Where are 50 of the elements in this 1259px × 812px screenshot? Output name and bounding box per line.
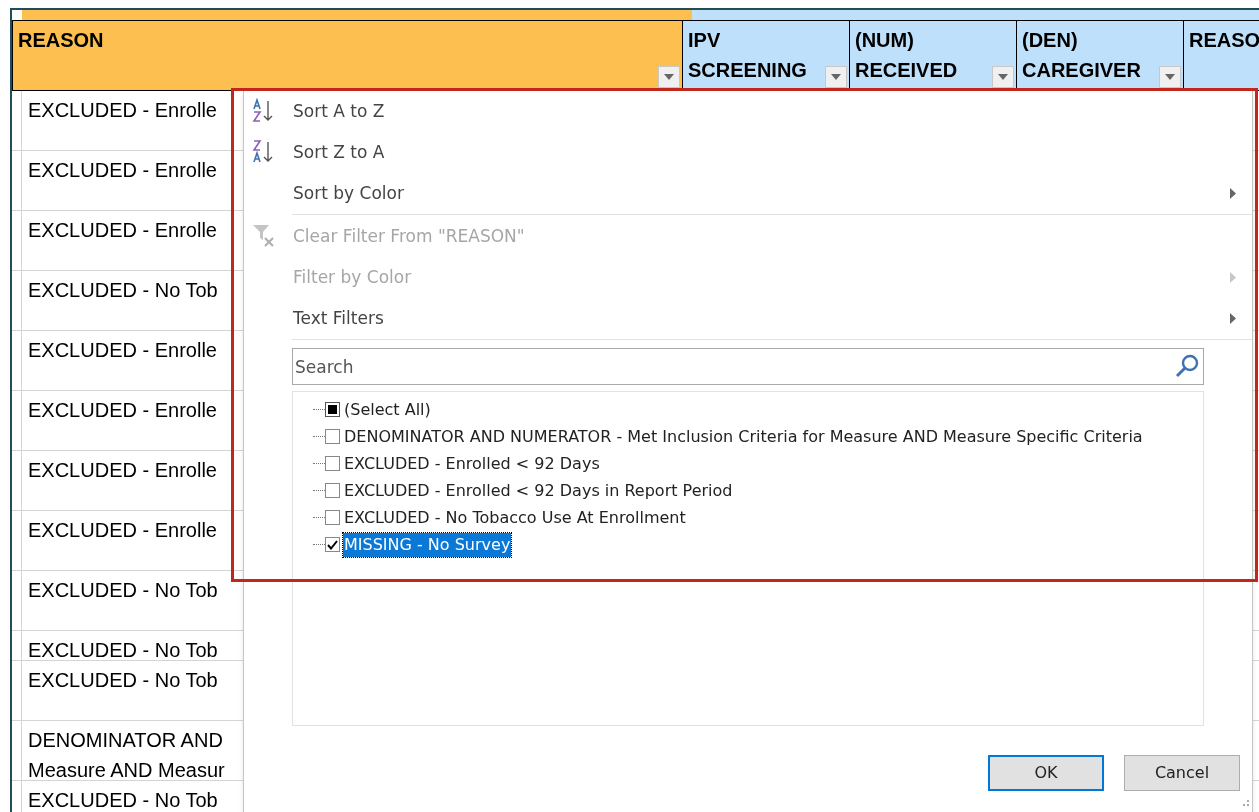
column-title: IPV SCREENING: [688, 28, 808, 83]
cancel-button[interactable]: Cancel: [1124, 755, 1240, 791]
checkbox[interactable]: [325, 456, 340, 471]
select-all-checkbox[interactable]: [325, 402, 340, 417]
table-cell-text: EXCLUDED - Enrolle: [28, 158, 217, 183]
list-item[interactable]: EXCLUDED - Enrolled < 92 Days: [343, 451, 601, 476]
checkbox[interactable]: [325, 537, 340, 552]
column-title: (NUM) RECEIVED: [855, 28, 959, 83]
table-cell-text: EXCLUDED - No Tob: [28, 278, 218, 303]
submenu-arrow-icon: [1230, 272, 1236, 283]
checkbox[interactable]: [325, 429, 340, 444]
table-cell-text: EXCLUDED - No Tob: [28, 638, 218, 663]
submenu-arrow-icon: [1230, 313, 1236, 324]
list-item[interactable]: DENOMINATOR AND NUMERATOR - Met Inclusion Criteria for Measure AND Measure Specific Criteria: [343, 424, 1144, 449]
table-cell-text: EXCLUDED - Enrolle: [28, 98, 217, 123]
table-cell-text: EXCLUDED - No Tob: [28, 578, 218, 603]
table-cell-text: EXCLUDED - Enrolle: [28, 398, 217, 423]
caret-icon: [831, 74, 841, 80]
table-cell-text: EXCLUDED - No Tob: [28, 788, 218, 812]
caret-icon: [1165, 74, 1175, 80]
caret-icon: [998, 74, 1008, 80]
resize-grip-icon: [1240, 799, 1250, 809]
column-title: (DEN) CAREGIVER: [1022, 28, 1142, 83]
ok-button[interactable]: OK: [988, 755, 1104, 791]
submenu-arrow-icon: [1230, 188, 1236, 199]
table-cell-text: DENOMINATOR AND Measure AND Measur: [28, 728, 225, 783]
filter-dropdown-button[interactable]: [992, 66, 1014, 88]
menu-item[interactable]: Text Filters: [244, 298, 1252, 339]
list-item[interactable]: EXCLUDED - Enrolled < 92 Days in Report Period: [343, 478, 734, 503]
list-item[interactable]: EXCLUDED - No Tobacco Use At Enrollment: [343, 505, 687, 530]
table-cell-text: EXCLUDED - No Tob: [28, 668, 218, 693]
search-field[interactable]: Search: [292, 348, 1204, 385]
column-title: REASO: [1189, 28, 1259, 53]
menu-item[interactable]: Sort by Color: [244, 173, 1252, 214]
search-icon: [1174, 353, 1200, 379]
checkbox[interactable]: [325, 510, 340, 525]
table-cell-text: EXCLUDED - Enrolle: [28, 458, 217, 483]
column-title: REASON: [18, 28, 105, 53]
filter-dropdown-button[interactable]: [1159, 66, 1181, 88]
menu-item[interactable]: Sort A to Z: [244, 91, 1252, 132]
table-cell-text: EXCLUDED - Enrolle: [28, 518, 217, 543]
list-item[interactable]: (Select All): [344, 397, 431, 422]
filter-dropdown-button[interactable]: [825, 66, 847, 88]
menu-item[interactable]: Sort Z to A: [244, 132, 1252, 173]
checkbox[interactable]: [325, 483, 340, 498]
table-cell-text: EXCLUDED - Enrolle: [28, 338, 217, 363]
table-cell-text: EXCLUDED - Enrolle: [28, 218, 217, 243]
caret-icon: [664, 74, 674, 80]
list-item[interactable]: MISSING - No Survey: [343, 532, 512, 557]
filter-dropdown-button[interactable]: [658, 66, 680, 88]
